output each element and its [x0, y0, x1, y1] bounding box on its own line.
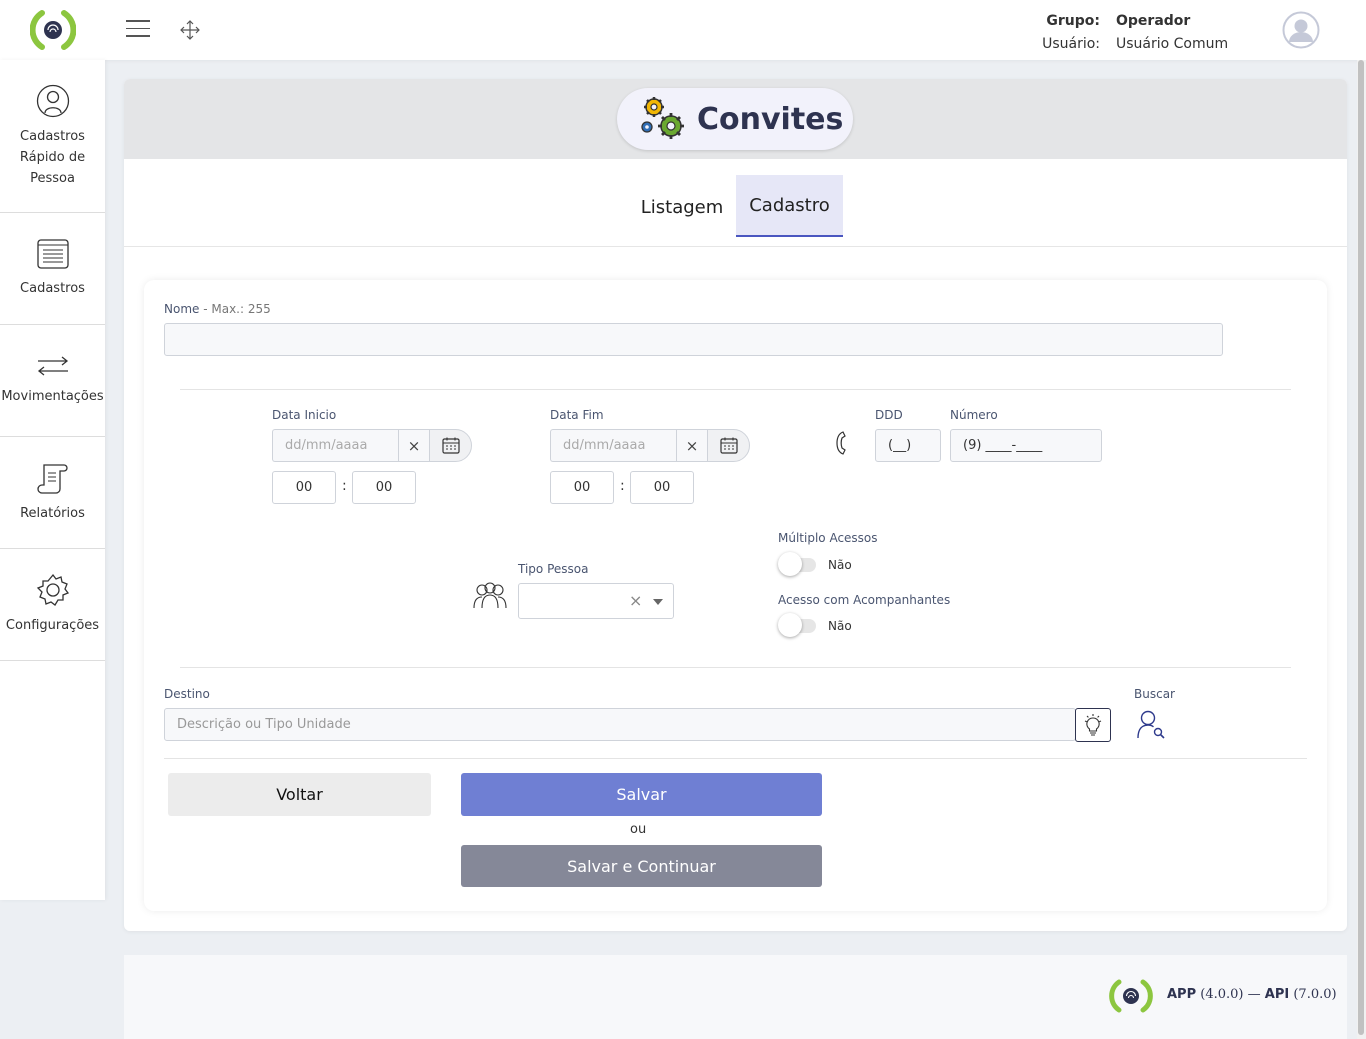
multiplo-acessos-label: Múltiplo Acessos: [778, 531, 878, 545]
tab-listagem[interactable]: Listagem: [628, 175, 736, 237]
scroll-report-icon: [36, 464, 68, 494]
multiplo-acessos-toggle[interactable]: [778, 552, 818, 576]
data-fim-hour[interactable]: 00: [550, 471, 614, 504]
tab-cadastro[interactable]: Cadastro: [736, 175, 843, 237]
data-inicio-minute[interactable]: 00: [352, 471, 416, 504]
sidebar-item-movimentacoes[interactable]: Movimentações: [0, 325, 105, 437]
data-fim-input[interactable]: dd/mm/aaaa: [550, 429, 676, 462]
api-label: API: [1264, 987, 1290, 1002]
divider: [164, 758, 1307, 759]
acompanhantes-label: Acesso com Acompanhantes: [778, 593, 951, 607]
list-document-icon: [36, 239, 69, 269]
lightbulb-button[interactable]: [1075, 708, 1111, 742]
select-clear-icon[interactable]: ×: [629, 591, 642, 610]
time-colon: :: [342, 478, 347, 494]
tipo-pessoa-label: Tipo Pessoa: [518, 562, 589, 576]
gears-icon: [641, 97, 684, 139]
app-label: APP: [1167, 987, 1197, 1002]
avatar-icon[interactable]: [1282, 11, 1320, 49]
numero-label: Número: [950, 408, 998, 422]
page-title: Convites: [697, 101, 844, 137]
data-fim-minute[interactable]: 00: [630, 471, 694, 504]
data-inicio-clear-icon[interactable]: ×: [398, 429, 429, 462]
user-info: Grupo: Operador Usuário: Usuário Comum: [1040, 9, 1270, 55]
ddd-label: DDD: [875, 408, 903, 422]
destino-label: Destino: [164, 687, 210, 701]
fullscreen-move-icon[interactable]: [179, 19, 201, 41]
buscar-label: Buscar: [1134, 687, 1175, 701]
time-colon: :: [620, 478, 625, 494]
chevron-down-icon[interactable]: [653, 599, 663, 605]
data-inicio-hour[interactable]: 00: [272, 471, 336, 504]
sidebar-item-configuracoes[interactable]: Configurações: [0, 549, 105, 661]
sidebar-item-label: Cadastros: [20, 281, 85, 296]
main-card: Convites Listagem Cadastro Nome - Max.: …: [124, 79, 1347, 931]
data-inicio-calendar-icon[interactable]: [429, 429, 472, 462]
scrollbar-thumb[interactable]: [1358, 60, 1364, 1035]
sidebar-item-label: Movimentações: [1, 389, 104, 404]
data-inicio-group: dd/mm/aaaa ×: [272, 429, 472, 462]
user-value: Usuário Comum: [1116, 35, 1229, 52]
phone-icon: [836, 431, 846, 455]
version-separator: —: [1247, 987, 1261, 1002]
version-info: APP (4.0.0) — API (7.0.0): [1167, 987, 1337, 1002]
sidebar-item-cadastros[interactable]: Cadastros: [0, 213, 105, 325]
acompanhantes-value: Não: [828, 619, 852, 633]
brand-logo-icon[interactable]: [30, 7, 76, 53]
app-version: (4.0.0): [1200, 987, 1244, 1002]
nome-input[interactable]: [164, 323, 1223, 356]
sidebar-item-relatorios[interactable]: Relatórios: [0, 437, 105, 549]
data-fim-label: Data Fim: [550, 408, 604, 422]
nome-label: Nome - Max.: 255: [164, 302, 271, 316]
group-value: Operador: [1116, 12, 1191, 29]
ddd-input[interactable]: (__): [875, 429, 941, 462]
or-text: ou: [630, 822, 647, 837]
data-inicio-input[interactable]: dd/mm/aaaa: [272, 429, 398, 462]
hamburger-menu-icon[interactable]: [126, 20, 150, 40]
card-header: Convites: [124, 79, 1347, 159]
sidebar-item-label: Relatórios: [20, 506, 85, 521]
salvar-continuar-button[interactable]: Salvar e Continuar: [461, 845, 822, 887]
divider: [180, 667, 1291, 668]
destino-input[interactable]: Descrição ou Tipo Unidade: [164, 708, 1076, 741]
api-version: (7.0.0): [1293, 987, 1337, 1002]
tab-bar: Listagem Cadastro: [124, 159, 1347, 247]
data-fim-group: dd/mm/aaaa ×: [550, 429, 750, 462]
page-scrollbar[interactable]: [1357, 60, 1366, 1039]
people-group-icon: [473, 582, 507, 609]
footer: APP (4.0.0) — API (7.0.0): [124, 955, 1347, 1039]
acompanhantes-toggle[interactable]: [778, 613, 818, 637]
data-fim-calendar-icon[interactable]: [707, 429, 750, 462]
salvar-button[interactable]: Salvar: [461, 773, 822, 816]
numero-input[interactable]: (9) ____-____: [950, 429, 1102, 462]
person-search-icon[interactable]: [1136, 708, 1168, 740]
arrows-exchange-icon: [37, 356, 68, 376]
divider: [180, 389, 1291, 390]
brand-logo-icon: [1109, 979, 1153, 1013]
tipo-pessoa-select[interactable]: ×: [518, 583, 674, 619]
top-bar: Grupo: Operador Usuário: Usuário Comum: [0, 0, 1366, 60]
sidebar-item-cadastro-rapido[interactable]: Cadastros Rápido de Pessoa: [0, 60, 105, 213]
sidebar: Cadastros Rápido de Pessoa Cadastros Mov…: [0, 60, 105, 900]
page-title-pill: Convites: [617, 88, 853, 150]
data-fim-clear-icon[interactable]: ×: [676, 429, 707, 462]
user-label: Usuário:: [1042, 35, 1100, 52]
person-circle-icon: [36, 84, 69, 117]
data-inicio-label: Data Inicio: [272, 408, 337, 422]
group-label: Grupo:: [1046, 12, 1100, 29]
gear-icon: [36, 573, 69, 606]
lightbulb-icon: [1084, 714, 1102, 736]
voltar-button[interactable]: Voltar: [168, 773, 431, 816]
form-card: Nome - Max.: 255 Data Inicio dd/mm/aaaa …: [144, 280, 1327, 911]
multiplo-acessos-value: Não: [828, 558, 852, 572]
sidebar-item-label: Cadastros Rápido de Pessoa: [19, 128, 86, 186]
sidebar-item-label: Configurações: [5, 618, 100, 633]
